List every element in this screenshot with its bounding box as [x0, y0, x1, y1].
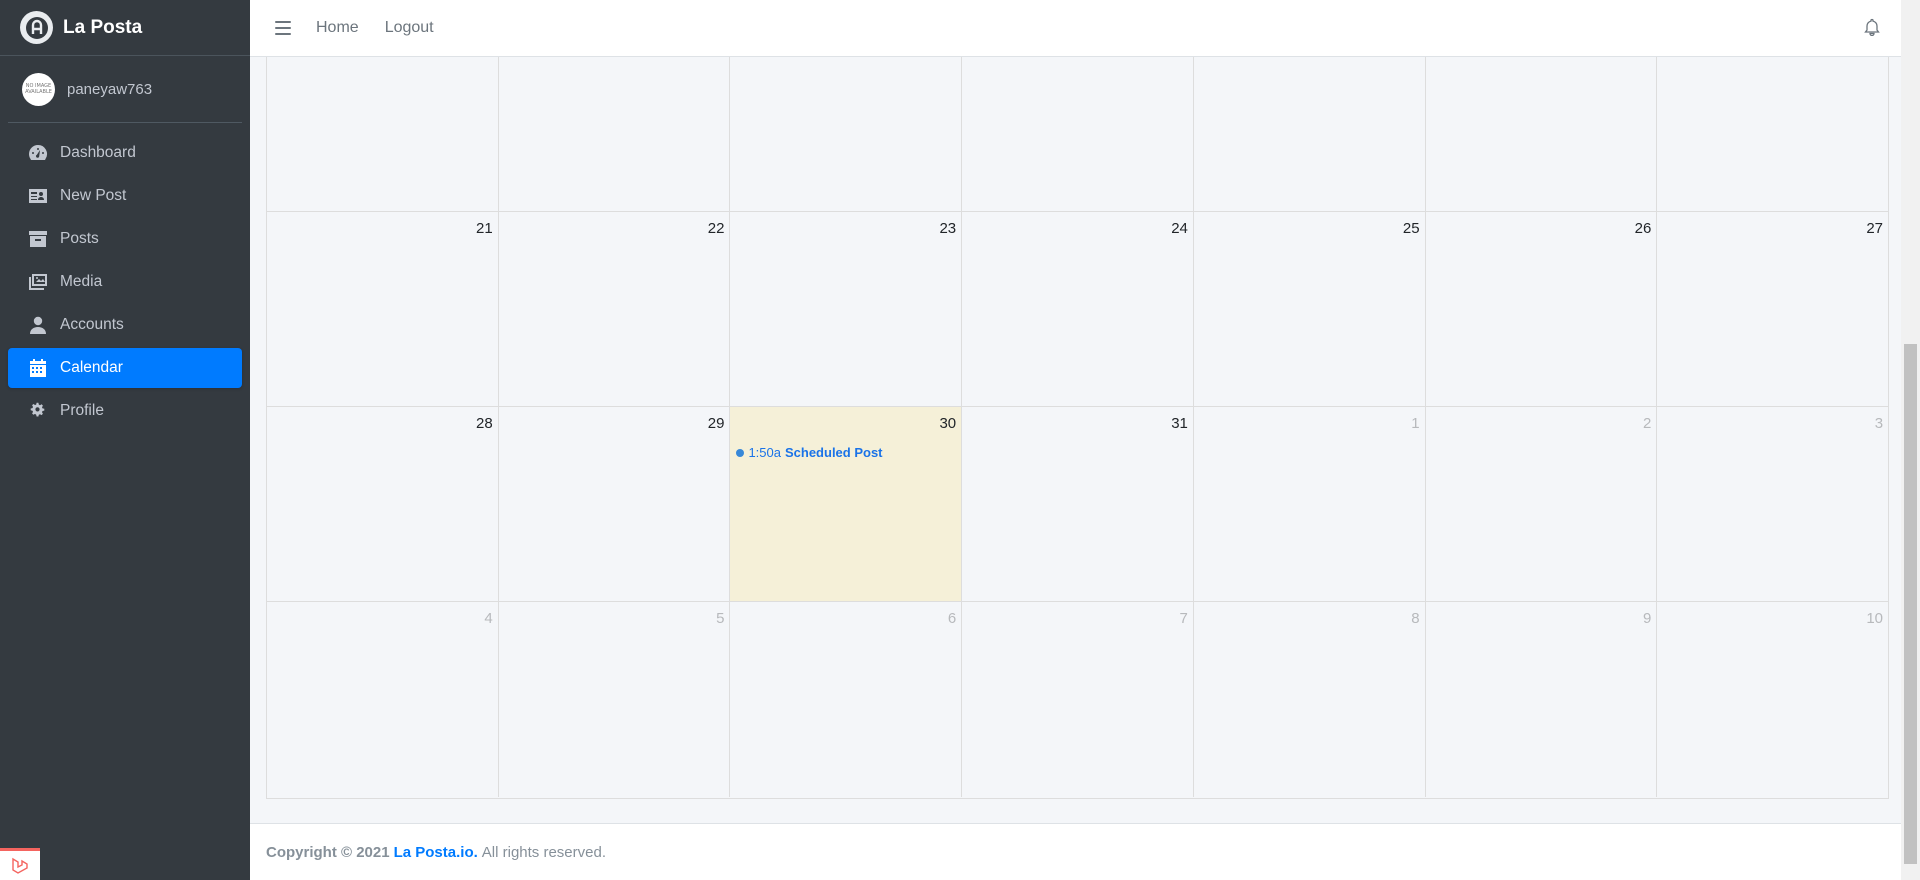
calendar-day[interactable]: 31: [962, 407, 1194, 601]
calendar-day[interactable]: [730, 57, 963, 211]
calendar-day[interactable]: 9: [1426, 602, 1658, 797]
day-number[interactable]: 23: [939, 220, 956, 237]
calendar-day[interactable]: 5: [499, 602, 731, 797]
calendar-grid: 21 22 23 24 25 26 27 28 29 30 1:50a Sche…: [266, 57, 1889, 799]
calendar-event[interactable]: 1:50a Scheduled Post: [736, 445, 883, 460]
event-time: 1:50a: [748, 445, 781, 460]
footer-rights: All rights reserved.: [481, 843, 606, 861]
nav-link-logout[interactable]: Logout: [385, 19, 434, 37]
footer-brand-link[interactable]: La Posta.io.: [394, 844, 478, 861]
calendar-day[interactable]: [1426, 57, 1658, 211]
day-number[interactable]: 24: [1171, 220, 1188, 237]
brand-logo-icon: [20, 11, 53, 44]
calendar-day[interactable]: [962, 57, 1194, 211]
calendar-day[interactable]: 1: [1194, 407, 1426, 601]
sidebar-item-dashboard[interactable]: Dashboard: [8, 133, 242, 173]
calendar-day[interactable]: 6: [730, 602, 963, 797]
sidebar-item-label: Dashboard: [60, 144, 136, 161]
calendar-icon: [27, 359, 48, 377]
brand[interactable]: La Posta: [0, 0, 250, 56]
laravel-icon[interactable]: [0, 848, 40, 880]
event-title: Scheduled Post: [784, 445, 883, 460]
sidebar-item-calendar[interactable]: Calendar: [8, 348, 242, 388]
day-number[interactable]: 10: [1866, 610, 1883, 627]
sidebar-item-label: Posts: [60, 230, 99, 247]
user-icon: [27, 316, 48, 334]
day-number[interactable]: 9: [1643, 610, 1651, 627]
sidebar-item-label: Media: [60, 273, 103, 290]
sidebar-item-accounts[interactable]: Accounts: [8, 305, 242, 345]
calendar-day[interactable]: 24: [962, 212, 1194, 406]
images-icon: [27, 273, 48, 291]
footer: Copyright © 2021 La Posta.io. All rights…: [250, 823, 1901, 880]
day-number[interactable]: 8: [1411, 610, 1419, 627]
sidebar-item-new-post[interactable]: New Post: [8, 176, 242, 216]
tachometer-icon: [27, 144, 48, 162]
calendar-day[interactable]: 8: [1194, 602, 1426, 797]
calendar-day[interactable]: 21: [267, 212, 499, 406]
archive-icon: [27, 230, 48, 248]
day-number[interactable]: 3: [1875, 415, 1883, 432]
sidebar-item-label: New Post: [60, 187, 127, 204]
top-navbar: Home Logout: [250, 0, 1901, 57]
day-number[interactable]: 4: [484, 610, 492, 627]
sidebar-item-label: Profile: [60, 402, 104, 419]
calendar-day[interactable]: 27: [1657, 212, 1888, 406]
day-number[interactable]: 22: [708, 220, 725, 237]
brand-name: La Posta: [63, 16, 143, 38]
scrollbar-thumb[interactable]: [1904, 344, 1917, 864]
calendar-day[interactable]: 4: [267, 602, 499, 797]
calendar-week: 21 22 23 24 25 26 27: [267, 212, 1888, 407]
page-scrollbar[interactable]: [1901, 0, 1920, 880]
footer-copyright: Copyright © 2021: [266, 843, 390, 861]
user-name[interactable]: paneyaw763: [67, 81, 152, 98]
calendar-day[interactable]: 23: [730, 212, 963, 406]
id-card-icon: [27, 187, 48, 205]
sidebar-item-label: Accounts: [60, 316, 124, 333]
sidebar-nav: Dashboard New Post Posts Media Accounts: [0, 133, 250, 431]
calendar-day[interactable]: 7: [962, 602, 1194, 797]
calendar-day[interactable]: [1657, 57, 1888, 211]
calendar-week: 28 29 30 1:50a Scheduled Post 31 1 2 3: [267, 407, 1888, 602]
calendar-day[interactable]: 28: [267, 407, 499, 601]
sidebar-item-profile[interactable]: Profile: [8, 391, 242, 431]
day-number[interactable]: 26: [1635, 220, 1652, 237]
day-number[interactable]: 2: [1643, 415, 1651, 432]
bell-icon[interactable]: [1863, 18, 1881, 36]
cogs-icon: [27, 402, 48, 420]
day-number[interactable]: 29: [708, 415, 725, 432]
day-number[interactable]: 21: [476, 220, 493, 237]
day-number[interactable]: 5: [716, 610, 724, 627]
calendar-day[interactable]: 25: [1194, 212, 1426, 406]
menu-toggle-icon[interactable]: [275, 21, 291, 35]
calendar-day[interactable]: 26: [1426, 212, 1658, 406]
nav-link-home[interactable]: Home: [316, 19, 359, 37]
day-number[interactable]: 31: [1171, 415, 1188, 432]
calendar-day[interactable]: 10: [1657, 602, 1888, 797]
calendar-day[interactable]: 3: [1657, 407, 1888, 601]
day-number[interactable]: 30: [939, 415, 956, 432]
day-number[interactable]: 25: [1403, 220, 1420, 237]
day-number[interactable]: 28: [476, 415, 493, 432]
calendar-day[interactable]: 2: [1426, 407, 1658, 601]
calendar-week: [267, 57, 1888, 212]
calendar-day[interactable]: 22: [499, 212, 731, 406]
calendar-day[interactable]: [267, 57, 499, 211]
calendar-day[interactable]: 29: [499, 407, 731, 601]
avatar: NO IMAGE AVAILABLE: [22, 72, 55, 106]
calendar-week: 4 5 6 7 8 9 10: [267, 602, 1888, 797]
user-panel[interactable]: NO IMAGE AVAILABLE paneyaw763: [8, 56, 242, 123]
day-number[interactable]: 6: [948, 610, 956, 627]
sidebar-item-label: Calendar: [60, 359, 123, 376]
sidebar-item-posts[interactable]: Posts: [8, 219, 242, 259]
day-number[interactable]: 27: [1866, 220, 1883, 237]
event-dot-icon: [736, 448, 745, 457]
calendar-day[interactable]: [499, 57, 731, 211]
sidebar: La Posta NO IMAGE AVAILABLE paneyaw763 D…: [0, 0, 250, 880]
day-number[interactable]: 7: [1180, 610, 1188, 627]
day-number[interactable]: 1: [1411, 415, 1419, 432]
calendar-day-today[interactable]: 30 1:50a Scheduled Post: [730, 407, 963, 601]
sidebar-item-media[interactable]: Media: [8, 262, 242, 302]
calendar-day[interactable]: [1194, 57, 1426, 211]
